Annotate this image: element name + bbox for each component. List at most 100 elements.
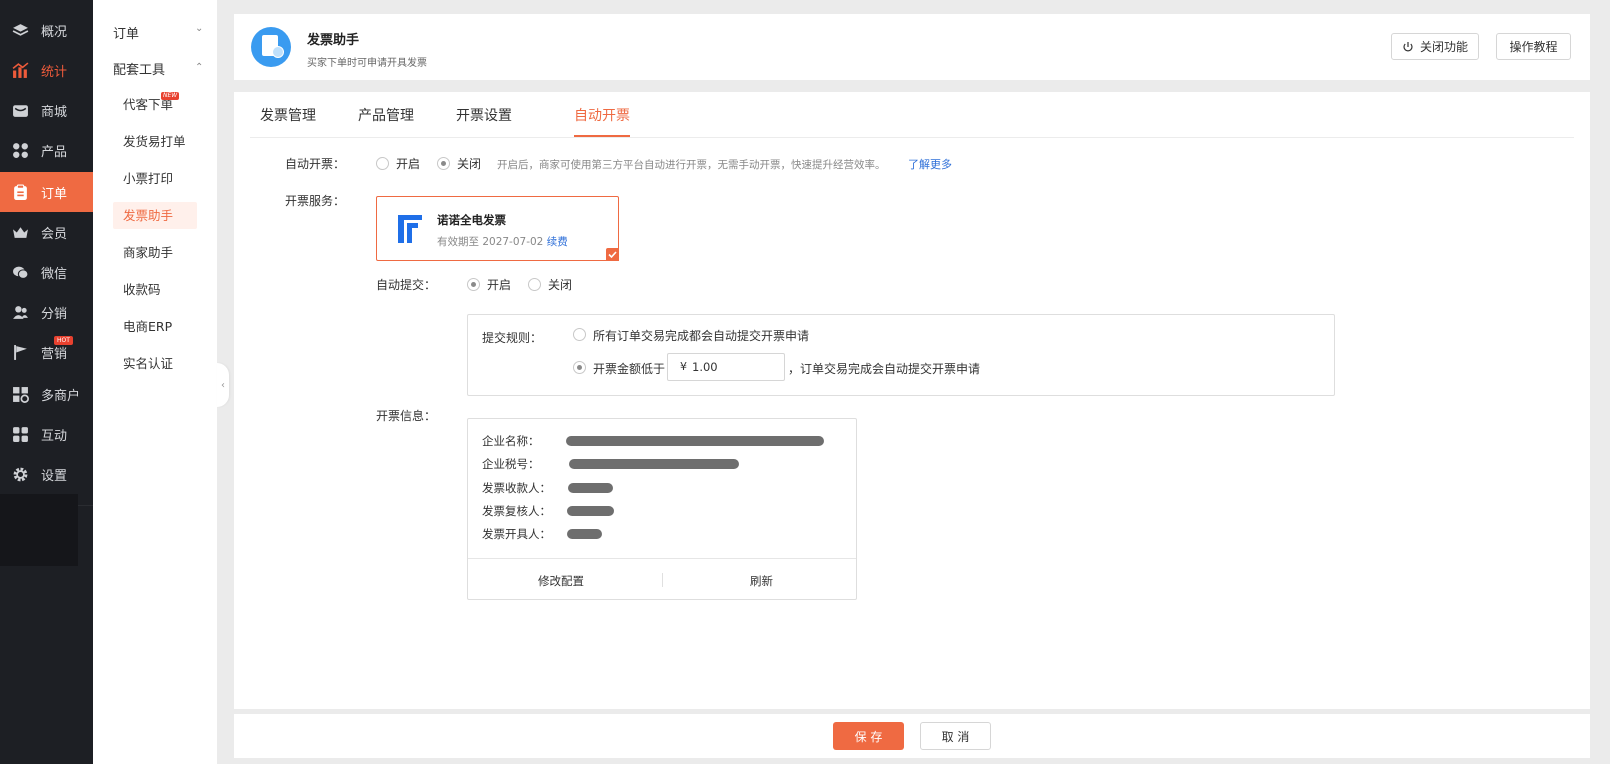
close-feature-button[interactable]: 关闭功能	[1391, 33, 1479, 60]
auto-submit-off-radio[interactable]	[528, 278, 541, 291]
nav-item-overview[interactable]: 概况	[0, 10, 93, 50]
nav-item-label: 互动	[41, 429, 68, 444]
invoice-service-card[interactable]: 诺诺全电发票 有效期至 2027-07-02 续费	[376, 196, 619, 261]
redacted-company-name	[566, 436, 824, 446]
nav-item-label: 会员	[41, 227, 68, 242]
auto-submit-label: 自动提交：	[376, 278, 437, 292]
nav2-item-receipt-print[interactable]: 小票打印	[113, 165, 197, 192]
shop-icon	[13, 387, 29, 403]
invoice-info-box: 企业名称： 企业税号： 发票收款人： 发票复核人： 发票开具人： 修改配置 刷新	[467, 418, 857, 600]
redacted-tax-id	[569, 459, 739, 469]
chevron-up-icon: ⌃	[195, 62, 204, 73]
nav2-item-merchant-assistant[interactable]: 商家助手	[113, 239, 197, 266]
redacted-reviewer	[567, 506, 614, 516]
service-name: 诺诺全电发票	[437, 213, 506, 227]
rule-amount-suffix: ，订单交易完成会自动提交开票申请	[788, 362, 981, 376]
page-title: 发票助手	[307, 33, 360, 48]
service-expiry: 有效期至 2027-07-02 续费	[437, 234, 568, 249]
save-button[interactable]: 保 存	[833, 722, 904, 750]
sidebar-collapse-handle[interactable]: ‹	[217, 363, 229, 407]
crown-icon	[13, 227, 28, 238]
power-icon	[1403, 41, 1413, 51]
tax-id-label: 企业税号：	[482, 457, 540, 471]
nav2-item-erp[interactable]: 电商ERP	[113, 313, 197, 340]
issuer-label: 发票开具人：	[482, 527, 551, 541]
nav-item-settings[interactable]: 设置	[0, 454, 93, 494]
nav2-item-payment-code[interactable]: 收款码	[113, 276, 197, 303]
nav-item-order[interactable]: 订单	[0, 172, 93, 212]
auto-invoice-off-label[interactable]: 关闭	[457, 155, 481, 172]
edit-config-button[interactable]: 修改配置	[538, 573, 584, 589]
nav2-item-verification[interactable]: 实名认证	[113, 350, 197, 377]
auto-submit-on-label[interactable]: 开启	[487, 276, 511, 293]
tab-invoice-management[interactable]: 发票管理	[260, 105, 316, 125]
store-icon	[13, 105, 28, 117]
nav-item-label: 产品	[41, 145, 68, 160]
auto-submit-off-label[interactable]: 关闭	[548, 276, 572, 293]
nav-group-tools[interactable]: 配套工具 ⌃	[113, 59, 203, 78]
auto-invoice-off-radio[interactable]	[437, 157, 450, 170]
tab-invoice-settings[interactable]: 开票设置	[456, 105, 512, 125]
secondary-sidebar: 订单 ⌄ 配套工具 ⌃ 代客下单 NEW 发货易打单 小票打印 发票助手 商家助…	[93, 0, 217, 764]
divider	[662, 573, 663, 587]
nav-item-label: 订单	[41, 187, 68, 202]
submit-rule-box: 提交规则： 所有订单交易完成都会自动提交开票申请 开票金额低于 ¥ ，订单交易完…	[467, 314, 1335, 396]
invoice-service-label: 开票服务：	[285, 194, 346, 208]
nav-item-statistics[interactable]: 统计	[0, 50, 93, 90]
nav-group-label: 配套工具	[113, 63, 166, 78]
nav-item-product[interactable]: 产品	[0, 130, 93, 170]
learn-more-link[interactable]: 了解更多	[908, 156, 952, 172]
currency-symbol: ¥	[680, 360, 687, 373]
auto-invoice-on-label[interactable]: 开启	[396, 155, 420, 172]
tutorial-button[interactable]: 操作教程	[1496, 33, 1571, 60]
close-feature-label: 关闭功能	[1419, 40, 1468, 54]
auto-invoice-on-radio[interactable]	[376, 157, 389, 170]
refresh-button[interactable]: 刷新	[750, 573, 773, 589]
invoice-app-icon	[251, 27, 291, 67]
nav-item-label: 统计	[41, 65, 68, 80]
nuonuo-logo-icon	[398, 215, 422, 243]
nav-group-order[interactable]: 订单 ⌄	[113, 23, 203, 42]
apps-icon	[13, 427, 28, 442]
company-name-label: 企业名称：	[482, 434, 540, 448]
reviewer-label: 发票复核人：	[482, 504, 551, 518]
nav2-item-invoice-assistant[interactable]: 发票助手	[113, 202, 197, 229]
nav-item-label: 概况	[41, 25, 68, 40]
redacted-payee	[568, 483, 613, 493]
nav-item-multi-merchant[interactable]: 多商户	[0, 374, 93, 414]
chart-icon	[12, 62, 29, 78]
flag-icon	[14, 345, 27, 360]
rule-amount-radio[interactable]	[573, 361, 586, 374]
nav2-item-proxy-order[interactable]: 代客下单 NEW	[113, 91, 197, 118]
sidebar-footer-block	[0, 494, 78, 566]
tab-auto-invoice[interactable]: 自动开票	[574, 105, 630, 125]
nav-item-distribution[interactable]: 分销	[0, 292, 93, 332]
nav-item-member[interactable]: 会员	[0, 212, 93, 252]
auto-submit-on-radio[interactable]	[467, 278, 480, 291]
new-badge: NEW	[161, 92, 180, 100]
wechat-icon	[13, 266, 29, 279]
nav-item-marketing[interactable]: 营销 HOT	[0, 332, 93, 372]
page-subtitle: 买家下单时可申请开具发票	[307, 58, 427, 69]
renew-link[interactable]: 续费	[547, 236, 568, 248]
form-footer: 保 存 取 消	[234, 714, 1590, 758]
nav-group-label: 订单	[113, 27, 140, 42]
tab-product-management[interactable]: 产品管理	[358, 105, 414, 125]
chevron-left-icon: ‹	[221, 379, 225, 391]
rule-all-radio[interactable]	[573, 328, 586, 341]
payee-label: 发票收款人：	[482, 481, 551, 495]
selected-check-icon	[606, 248, 619, 261]
nav-item-label: 营销	[41, 347, 68, 362]
submit-rule-label: 提交规则：	[482, 331, 543, 345]
rule-all-label[interactable]: 所有订单交易完成都会自动提交开票申请	[593, 327, 809, 344]
hot-badge: HOT	[54, 336, 73, 345]
nav2-item-shipping-print[interactable]: 发货易打单	[113, 128, 197, 155]
nav-item-wechat[interactable]: 微信	[0, 252, 93, 292]
nav-item-mall[interactable]: 商城	[0, 90, 93, 130]
nav-item-interaction[interactable]: 互动	[0, 414, 93, 454]
cancel-button[interactable]: 取 消	[920, 722, 991, 750]
rule-amount-prefix[interactable]: 开票金额低于	[593, 360, 665, 377]
tab-bar: 发票管理 产品管理 开票设置 自动开票	[250, 92, 1574, 138]
nav-item-label: 微信	[41, 267, 68, 282]
chevron-down-icon: ⌄	[195, 23, 204, 34]
